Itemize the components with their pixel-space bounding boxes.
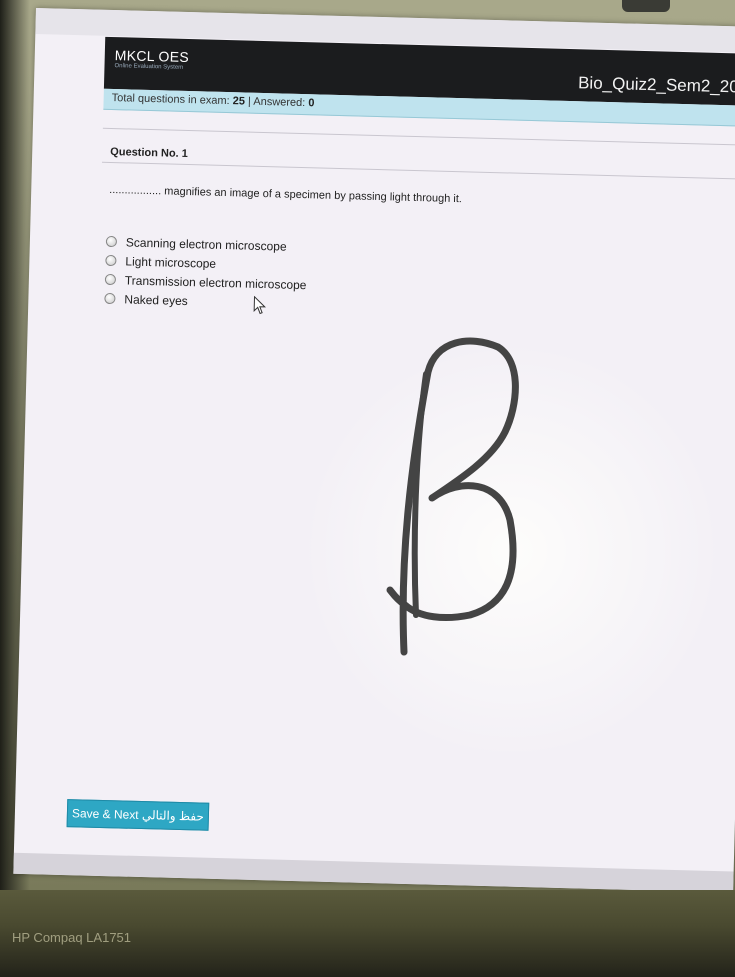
handwritten-beta-annotation xyxy=(386,337,519,656)
